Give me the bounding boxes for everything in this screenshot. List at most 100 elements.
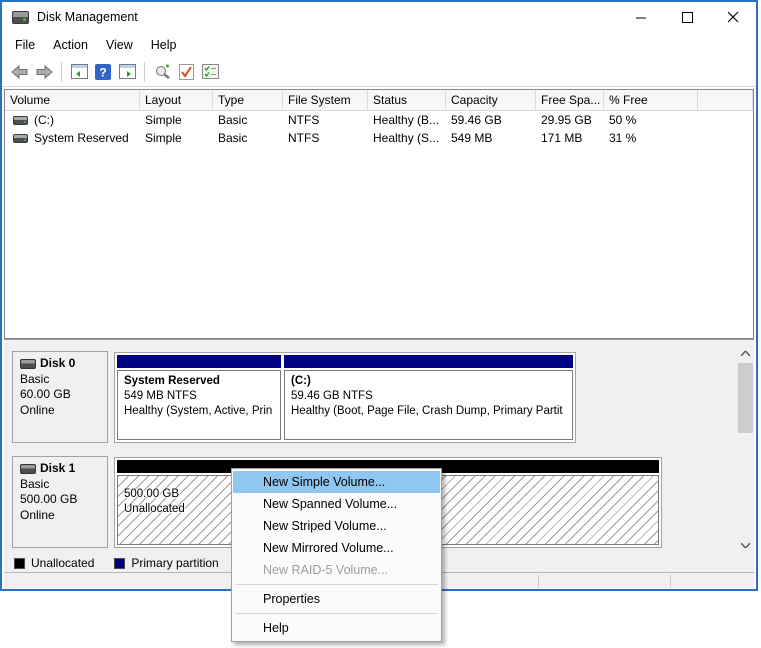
column-header-status[interactable]: Status [368, 90, 446, 110]
disk-type: Basic [20, 371, 50, 386]
console-tree-icon[interactable] [67, 60, 91, 84]
legend-label-unallocated: Unallocated [31, 556, 95, 570]
volume-pct-free: 50 % [609, 113, 637, 127]
volume-list: Volume Layout Type File System Status Ca… [4, 89, 754, 339]
menu-item-new-mirrored-volume[interactable]: New Mirrored Volume... [233, 537, 440, 559]
partition-size: 549 MB NTFS [124, 390, 197, 402]
volume-capacity: 549 MB [451, 131, 493, 145]
context-menu: New Simple Volume... New Spanned Volume.… [231, 468, 442, 642]
minimize-button[interactable] [618, 2, 664, 32]
column-header-volume[interactable]: Volume [5, 90, 140, 110]
volume-name: System Reserved [34, 131, 129, 145]
column-header-layout[interactable]: Layout [140, 90, 213, 110]
menu-item-new-simple-volume[interactable]: New Simple Volume... [233, 471, 440, 493]
volume-type: Basic [218, 131, 248, 145]
disk-name: Disk 0 [40, 356, 76, 370]
disk-status: Online [20, 507, 55, 522]
toolbar-separator [61, 61, 62, 82]
disk-management-app-icon [12, 10, 29, 24]
primary-partition-swatch [114, 557, 126, 569]
partition-status: Healthy (System, Active, Prin [124, 405, 273, 417]
back-icon[interactable] [8, 60, 32, 84]
check-disk-icon[interactable] [174, 60, 198, 84]
toolbar: ? [2, 57, 756, 87]
scrollbar-thumb[interactable] [738, 363, 753, 433]
close-button[interactable] [710, 2, 756, 32]
volume-status: Healthy (B... [373, 113, 440, 127]
legend-label-primary-partition: Primary partition [131, 556, 219, 570]
maximize-icon [681, 11, 693, 23]
volume-layout: Simple [145, 131, 182, 145]
statusbar-divider [670, 575, 671, 587]
volume-layout: Simple [145, 113, 182, 127]
menu-action[interactable]: Action [44, 35, 97, 55]
help-icon[interactable]: ? [91, 60, 115, 84]
volume-icon [13, 133, 28, 143]
column-header-free-space[interactable]: Free Spa... [536, 90, 604, 110]
volume-capacity: 59.46 GB [451, 113, 502, 127]
menubar: File Action View Help [2, 32, 756, 57]
menu-item-new-spanned-volume[interactable]: New Spanned Volume... [233, 493, 440, 515]
statusbar-divider [538, 575, 539, 587]
vertical-scrollbar[interactable] [737, 345, 754, 554]
column-header-capacity[interactable]: Capacity [446, 90, 536, 110]
disk-size: 60.00 GB [20, 387, 71, 401]
volume-row-c[interactable]: (C:) Simple Basic NTFS Healthy (B... 59.… [5, 111, 753, 129]
volume-list-header: Volume Layout Type File System Status Ca… [5, 90, 753, 111]
partition-status: Healthy (Boot, Page File, Crash Dump, Pr… [291, 405, 563, 417]
toolbar-separator [144, 61, 145, 82]
partition-title: System Reserved [124, 375, 220, 387]
menu-file[interactable]: File [6, 35, 44, 55]
volume-fs: NTFS [288, 113, 320, 127]
svg-text:?: ? [99, 65, 106, 79]
menu-view[interactable]: View [97, 35, 142, 55]
volume-icon [13, 115, 28, 125]
scroll-up-icon[interactable] [737, 345, 754, 362]
disk0-row: Disk 0 Basic 60.00 GB Online System Rese… [4, 351, 737, 443]
desktop: Disk Management File Action View Help ? … [0, 0, 761, 648]
disk0-partitions: System Reserved 549 MB NTFS Healthy (Sys… [114, 352, 576, 443]
disk0-info[interactable]: Disk 0 Basic 60.00 GB Online [12, 351, 108, 443]
menu-item-help[interactable]: Help [233, 617, 440, 639]
column-header-pct-free[interactable]: % Free [604, 90, 698, 110]
volume-pct-free: 31 % [609, 131, 637, 145]
volume-free: 171 MB [541, 131, 583, 145]
volume-row-system-reserved[interactable]: System Reserved Simple Basic NTFS Health… [5, 129, 753, 147]
volume-type: Basic [218, 113, 248, 127]
titlebar[interactable]: Disk Management [2, 2, 756, 32]
maximize-button[interactable] [664, 2, 710, 32]
partition-system-reserved[interactable]: System Reserved 549 MB NTFS Healthy (Sys… [117, 355, 281, 440]
rescan-disks-icon[interactable] [150, 60, 174, 84]
scroll-down-icon[interactable] [737, 537, 754, 554]
action-pane-icon[interactable] [115, 60, 139, 84]
menu-separator [235, 613, 438, 614]
partition-color-strip [284, 355, 573, 368]
volume-status: Healthy (S... [373, 131, 440, 145]
close-icon [727, 11, 738, 22]
disk-icon [20, 358, 36, 369]
disk-icon [20, 463, 36, 474]
disk-type: Basic [20, 476, 50, 491]
column-header-type[interactable]: Type [213, 90, 283, 110]
menu-item-properties[interactable]: Properties [233, 588, 440, 610]
volume-free: 29.95 GB [541, 113, 592, 127]
column-header-file-system[interactable]: File System [283, 90, 368, 110]
column-header-filler [698, 90, 753, 110]
forward-icon[interactable] [32, 60, 56, 84]
disk-status: Online [20, 402, 55, 417]
volume-fs: NTFS [288, 131, 320, 145]
partition-c[interactable]: (C:) 59.46 GB NTFS Healthy (Boot, Page F… [284, 355, 573, 440]
menu-item-new-striped-volume[interactable]: New Striped Volume... [233, 515, 440, 537]
partition-size: 59.46 GB NTFS [291, 390, 373, 402]
disk1-info[interactable]: Disk 1 Basic 500.00 GB Online [12, 456, 108, 548]
partition-color-strip [117, 355, 281, 368]
unallocated-swatch [14, 557, 25, 569]
task-list-icon[interactable] [198, 60, 222, 84]
partition-title: (C:) [291, 375, 311, 387]
disk-size: 500.00 GB [20, 492, 78, 506]
menu-item-new-raid5-volume[interactable]: New RAID-5 Volume... [233, 559, 440, 581]
menu-help[interactable]: Help [142, 35, 186, 55]
volume-name: (C:) [34, 113, 54, 127]
window-controls [618, 2, 756, 32]
disk-name: Disk 1 [40, 461, 76, 475]
